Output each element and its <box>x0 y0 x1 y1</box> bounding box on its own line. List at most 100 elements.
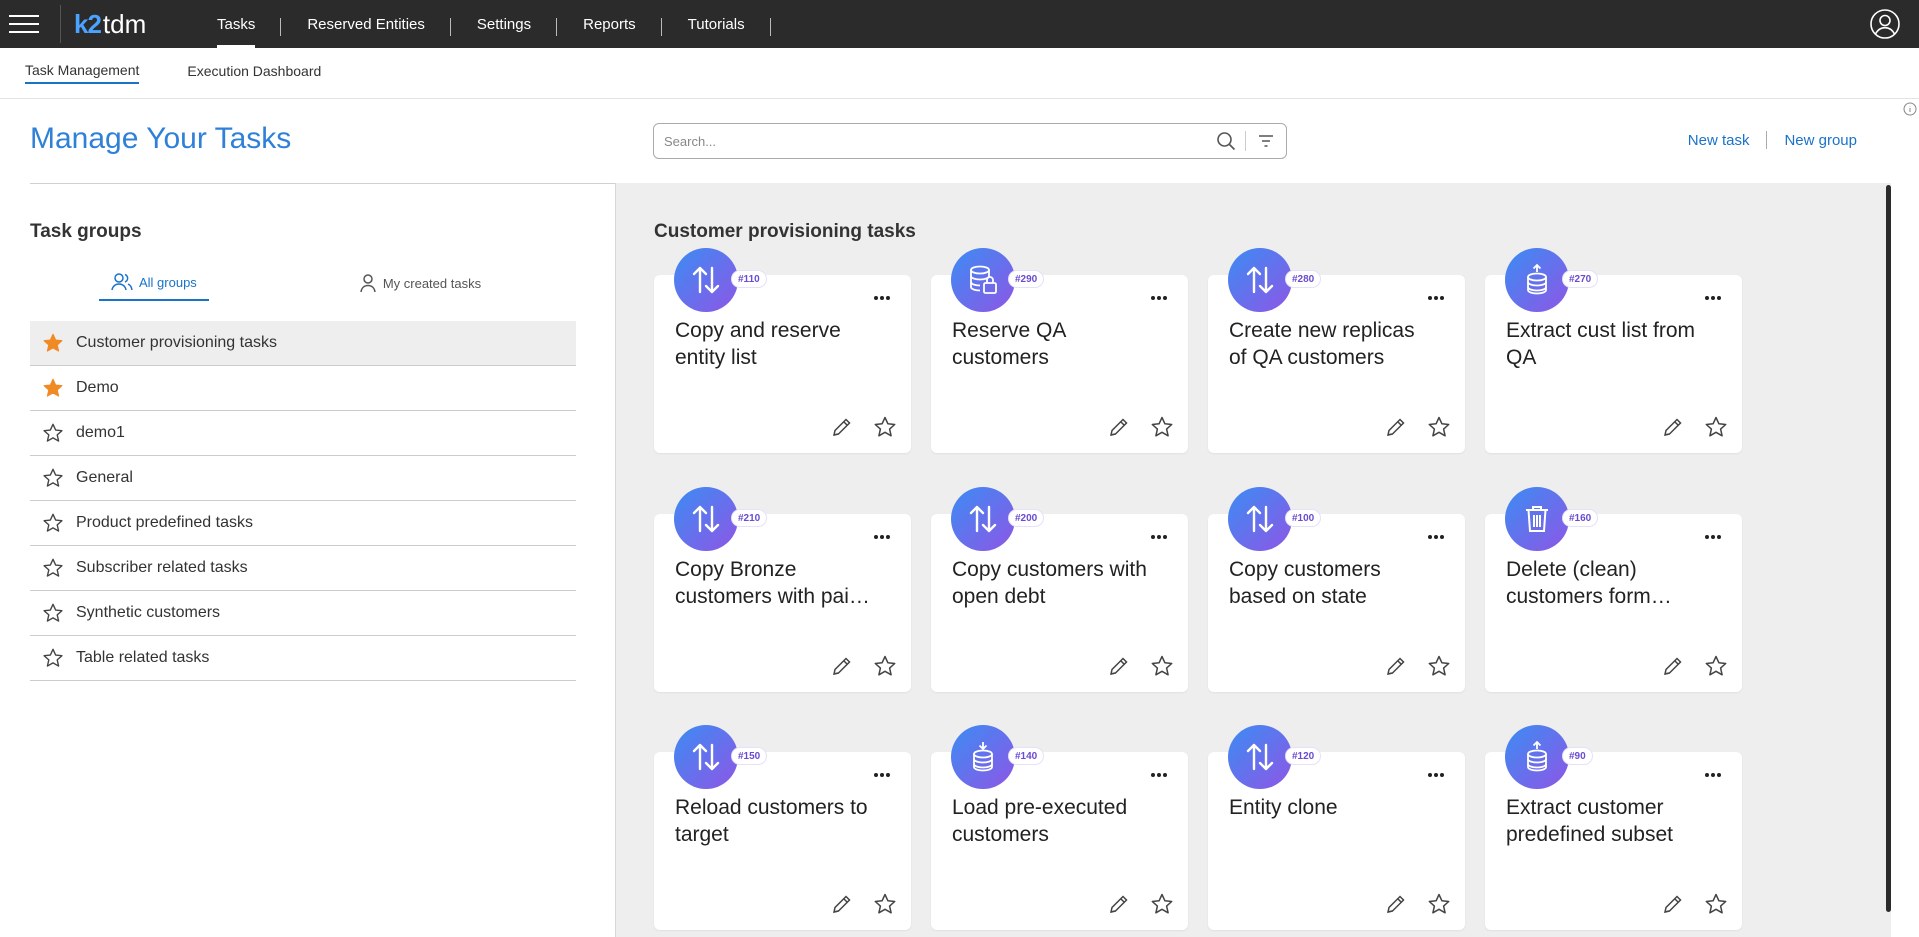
star-outline-icon[interactable] <box>1150 892 1174 916</box>
task-name: Extract customer predefined subset <box>1506 796 1673 846</box>
edit-icon[interactable] <box>1661 654 1685 678</box>
task-card[interactable]: #280 Create new replicas of QA customers <box>1208 248 1465 453</box>
star-outline-icon[interactable] <box>42 512 64 534</box>
task-id-badge: #110 <box>732 271 766 287</box>
more-options-icon[interactable] <box>871 526 893 548</box>
more-options-icon[interactable] <box>1148 526 1170 548</box>
star-outline-icon[interactable] <box>42 422 64 444</box>
more-options-icon[interactable] <box>871 287 893 309</box>
more-options-icon[interactable] <box>1702 764 1724 786</box>
arrows-swap-icon <box>689 740 723 774</box>
task-group-item[interactable]: demo1 <box>30 411 576 456</box>
task-group-item[interactable]: Subscriber related tasks <box>30 546 576 591</box>
edit-icon[interactable] <box>1384 415 1408 439</box>
scrollbar[interactable] <box>1886 185 1891 912</box>
task-group-label: Synthetic customers <box>76 604 221 621</box>
info-icon[interactable] <box>1903 102 1917 116</box>
edit-icon[interactable] <box>830 654 854 678</box>
nav-reserved-entities[interactable]: Reserved Entities <box>281 0 451 48</box>
tab-all-groups[interactable]: All groups <box>99 265 209 301</box>
star-outline-icon[interactable] <box>1704 415 1728 439</box>
star-outline-icon[interactable] <box>42 602 64 624</box>
task-card[interactable]: #160 Delete (clean) customers form target <box>1485 487 1742 692</box>
filter-icon[interactable] <box>1256 131 1276 151</box>
more-options-icon[interactable] <box>1702 287 1724 309</box>
star-outline-icon[interactable] <box>1427 415 1451 439</box>
star-outline-icon[interactable] <box>873 415 897 439</box>
task-card[interactable]: #290 Reserve QA customers <box>931 248 1188 453</box>
edit-icon[interactable] <box>830 415 854 439</box>
star-outline-icon[interactable] <box>1427 892 1451 916</box>
star-outline-icon[interactable] <box>1704 892 1728 916</box>
more-options-icon[interactable] <box>871 764 893 786</box>
star-outline-icon[interactable] <box>1150 654 1174 678</box>
nav-tasks[interactable]: Tasks <box>191 0 282 48</box>
nav-reports[interactable]: Reports <box>557 0 662 48</box>
task-card[interactable]: #200 Copy customers with open debt <box>931 487 1188 692</box>
task-group-item[interactable]: Product predefined tasks <box>30 501 576 546</box>
app-logo[interactable]: k2 tdm <box>61 9 151 40</box>
edit-icon[interactable] <box>1661 892 1685 916</box>
more-options-icon[interactable] <box>1148 764 1170 786</box>
database-lock-icon <box>966 263 1000 297</box>
task-card[interactable]: #150 Reload customers to target <box>654 725 911 930</box>
nav-settings[interactable]: Settings <box>451 0 558 48</box>
search-input[interactable] <box>654 133 1215 149</box>
task-group-list: Customer provisioning tasks Demo demo1 Gene… <box>30 321 576 681</box>
star-outline-icon[interactable] <box>1704 654 1728 678</box>
star-outline-icon[interactable] <box>42 647 64 669</box>
task-type-icon <box>1228 248 1292 312</box>
task-name: Create new replicas of QA customers <box>1229 319 1415 369</box>
task-card[interactable]: #120 Entity clone <box>1208 725 1465 930</box>
task-id-badge: #200 <box>1009 510 1044 526</box>
users-icon <box>111 273 133 291</box>
task-card[interactable]: #100 Copy customers based on state <box>1208 487 1465 692</box>
new-task-link[interactable]: New task <box>1688 132 1750 149</box>
edit-icon[interactable] <box>1384 892 1408 916</box>
task-card[interactable]: #270 Extract cust list from QA <box>1485 248 1742 453</box>
task-card[interactable]: #90 Extract customer predefined subset <box>1485 725 1742 930</box>
task-group-item[interactable]: Synthetic customers <box>30 591 576 636</box>
task-group-label: Demo <box>76 379 119 396</box>
tab-task-management[interactable]: Task Management <box>25 62 140 84</box>
edit-icon[interactable] <box>1384 654 1408 678</box>
task-group-item[interactable]: Customer provisioning tasks <box>30 321 576 366</box>
arrows-swap-icon <box>689 263 723 297</box>
more-options-icon[interactable] <box>1702 526 1724 548</box>
menu-icon[interactable] <box>0 0 48 48</box>
user-account-icon[interactable] <box>1869 8 1901 40</box>
edit-icon[interactable] <box>830 892 854 916</box>
star-outline-icon[interactable] <box>42 557 64 579</box>
more-options-icon[interactable] <box>1425 526 1447 548</box>
task-type-icon <box>1505 248 1569 312</box>
star-outline-icon[interactable] <box>873 892 897 916</box>
task-group-item[interactable]: General <box>30 456 576 501</box>
more-options-icon[interactable] <box>1425 287 1447 309</box>
more-options-icon[interactable] <box>1425 764 1447 786</box>
task-card[interactable]: #140 Load pre-executed customers <box>931 725 1188 930</box>
edit-icon[interactable] <box>1107 415 1131 439</box>
edit-icon[interactable] <box>1107 654 1131 678</box>
task-card[interactable]: #210 Copy Bronze customers with paid plan… <box>654 487 911 692</box>
more-options-icon[interactable] <box>1148 287 1170 309</box>
star-filled-icon[interactable] <box>42 377 64 399</box>
task-group-item[interactable]: Table related tasks <box>30 636 576 681</box>
task-group-item[interactable]: Demo <box>30 366 576 411</box>
tab-execution-dashboard[interactable]: Execution Dashboard <box>187 63 321 83</box>
task-group-label: Product predefined tasks <box>76 514 253 531</box>
search-icon[interactable] <box>1215 130 1237 152</box>
edit-icon[interactable] <box>1661 415 1685 439</box>
task-name: Copy customers with open debt <box>952 558 1147 608</box>
star-outline-icon[interactable] <box>873 654 897 678</box>
star-filled-icon[interactable] <box>42 332 64 354</box>
tab-my-created-tasks[interactable]: My created tasks <box>359 265 481 301</box>
edit-icon[interactable] <box>1107 892 1131 916</box>
task-type-icon <box>951 248 1015 312</box>
trash-icon <box>1520 502 1554 536</box>
star-outline-icon[interactable] <box>1427 654 1451 678</box>
task-card[interactable]: #110 Copy and reserve entity list <box>654 248 911 453</box>
nav-tutorials[interactable]: Tutorials <box>662 0 771 48</box>
star-outline-icon[interactable] <box>42 467 64 489</box>
star-outline-icon[interactable] <box>1150 415 1174 439</box>
new-group-link[interactable]: New group <box>1784 132 1857 149</box>
